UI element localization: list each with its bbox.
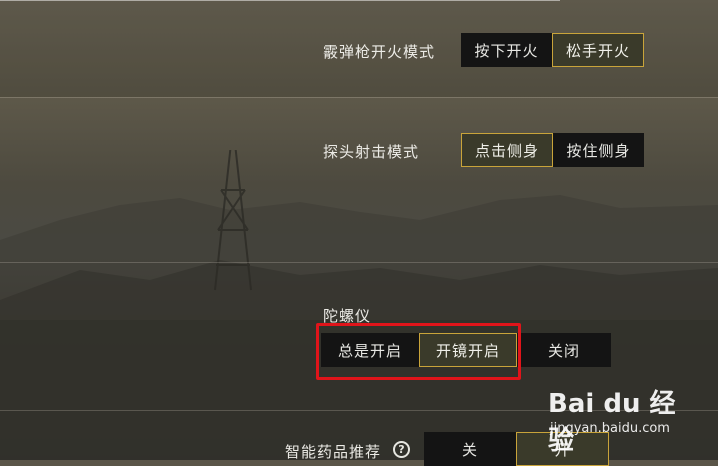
option-hold-lean[interactable]: 按住侧身 — [553, 133, 644, 167]
option-tap-lean[interactable]: 点击侧身 — [461, 133, 553, 167]
watermark-logo: Bai du 经验 — [548, 389, 676, 456]
watermark-site: jingyan.baidu.com — [550, 421, 670, 436]
row-divider — [0, 262, 718, 263]
baidu-jingyan-watermark: Bai du 经验 jingyan.baidu.com — [548, 383, 698, 456]
smart-meds-label: 智能药品推荐 — [285, 443, 382, 461]
highlight-box — [316, 323, 521, 380]
peek-fire-mode-selector: 点击侧身 按住侧身 — [461, 133, 644, 167]
option-release-fire[interactable]: 松手开火 — [552, 33, 644, 67]
top-edge — [0, 0, 560, 1]
option-smart-meds-off[interactable]: 关 — [424, 432, 516, 466]
shotgun-fire-mode-label: 霰弹枪开火模式 — [323, 43, 436, 61]
row-divider — [0, 97, 718, 98]
option-off[interactable]: 关闭 — [517, 333, 611, 367]
option-press-fire[interactable]: 按下开火 — [461, 33, 552, 67]
question-circle-icon[interactable]: ? — [393, 441, 410, 458]
peek-fire-mode-label: 探头射击模式 — [323, 143, 420, 161]
shotgun-fire-mode-selector: 按下开火 松手开火 — [461, 33, 644, 67]
